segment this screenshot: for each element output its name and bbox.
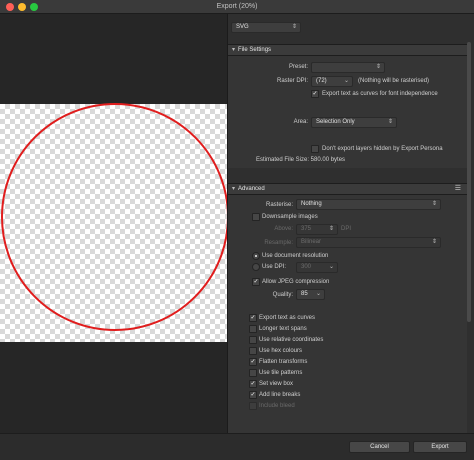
rasterise-select[interactable]: Nothing ⇕ [296, 199, 441, 210]
hamburger-menu-icon[interactable]: ☰ [455, 184, 461, 194]
advanced-option-checkbox[interactable]: ✓ [249, 314, 257, 322]
raster-dpi-note: (Nothing will be rasterised) [358, 78, 430, 84]
window-title: Export (20%) [216, 3, 258, 10]
advanced-option-checkbox[interactable] [249, 336, 257, 344]
rasterise-label: Rasterise: [265, 202, 293, 208]
area-select[interactable]: Selection Only ⇕ [311, 117, 397, 128]
raster-dpi-label: Raster DPI: [276, 78, 308, 84]
chevron-down-icon: ⌄ [343, 78, 349, 84]
red-circle-shape [1, 103, 227, 331]
advanced-title: Advanced [238, 186, 265, 192]
disclosure-down-icon: ▾ [232, 47, 236, 53]
chevron-updown-icon: ⇕ [431, 239, 437, 245]
above-dpi-field[interactable]: 375 ⇕ [296, 224, 338, 235]
format-select[interactable]: SVG ⇕ [231, 22, 301, 33]
chevron-down-icon: ⌄ [328, 264, 334, 270]
preset-label: Preset: [288, 64, 308, 70]
quality-label: Quality: [272, 292, 293, 298]
advanced-option-label: Flatten transforms [259, 359, 308, 365]
advanced-header[interactable]: ▾ Advanced ☰ [228, 183, 467, 195]
advanced-option-label: Use tile patterns [259, 370, 303, 376]
dont-export-hidden-checkbox[interactable] [311, 145, 319, 153]
use-dpi-select[interactable]: 300 ⌄ [296, 262, 338, 273]
resample-select[interactable]: Bilinear ⇕ [296, 237, 441, 248]
advanced-option-checkbox[interactable] [249, 347, 257, 355]
allow-jpeg-checkbox[interactable]: ✓ [252, 278, 260, 286]
disclosure-down-icon: ▾ [232, 186, 236, 192]
use-dpi-radio[interactable] [252, 263, 260, 271]
use-dpi-label: Use DPI: [262, 264, 287, 270]
allow-jpeg-label: Allow JPEG compression [262, 279, 330, 285]
use-dpi-value: 300 [301, 264, 312, 270]
chevron-down-icon: ⌄ [315, 291, 321, 297]
downsample-images-label: Downsample images [262, 214, 318, 220]
quality-field[interactable]: 85 ⌄ [296, 289, 325, 300]
dont-export-hidden-label: Don't export layers hidden by Export Per… [322, 146, 443, 152]
advanced-option-checkbox[interactable] [249, 369, 257, 377]
advanced-option-checkbox[interactable]: ✓ [249, 380, 257, 388]
advanced-option-label: Add line breaks [259, 392, 301, 398]
advanced-option-label: Use relative coordinates [259, 337, 324, 343]
chevron-updown-icon: ⇕ [375, 64, 381, 70]
cancel-button[interactable]: Cancel [349, 441, 410, 453]
estimated-file-size: Estimated File Size: 580.00 bytes [256, 157, 346, 163]
raster-dpi-select[interactable]: (72) ⌄ [311, 76, 353, 87]
advanced-option-label: Longer text spans [259, 326, 307, 332]
use-document-resolution-label: Use document resolution [262, 253, 329, 259]
downsample-images-checkbox[interactable] [252, 213, 260, 221]
preview-canvas [1, 103, 227, 331]
export-text-curves-checkbox[interactable]: ✓ [311, 90, 319, 98]
footer-bar: Cancel Export [0, 433, 474, 460]
above-value: 375 [301, 226, 312, 232]
above-dpi-unit: DPI [341, 226, 352, 232]
advanced-option-checkbox[interactable] [249, 325, 257, 333]
advanced-option-label: Use hex colours [259, 348, 303, 354]
area-value: Selection Only [316, 119, 355, 125]
settings-scrollbar[interactable] [467, 42, 471, 322]
chevron-updown-icon: ⇕ [387, 119, 393, 125]
quality-value: 85 [301, 291, 308, 297]
chevron-updown-icon: ⇕ [431, 201, 437, 207]
export-button[interactable]: Export [413, 441, 467, 453]
raster-dpi-value: (72) [316, 78, 327, 84]
resample-value: Bilinear [301, 239, 322, 245]
advanced-option-label: Export text as curves [259, 315, 316, 321]
format-value: SVG [236, 24, 249, 30]
advanced-option-checkbox[interactable]: ✓ [249, 391, 257, 399]
export-text-curves-label: Export text as curves for font independe… [322, 91, 438, 97]
export-preview [0, 14, 227, 433]
advanced-option-label: Include bleed [259, 403, 295, 409]
title-bar: Export (20%) [0, 0, 474, 14]
chevron-updown-icon: ⇕ [291, 24, 297, 30]
advanced-option-checkbox[interactable] [249, 402, 257, 410]
rasterise-value: Nothing [301, 201, 322, 207]
preset-select[interactable]: ⇕ [311, 62, 385, 73]
file-settings-header[interactable]: ▾ File Settings [228, 44, 467, 56]
file-settings-title: File Settings [238, 47, 272, 53]
chevron-updown-icon: ⇕ [328, 226, 334, 232]
advanced-option-checkbox[interactable]: ✓ [249, 358, 257, 366]
resample-label: Resample: [264, 240, 293, 246]
area-label: Area: [293, 119, 308, 125]
advanced-option-label: Set view box [259, 381, 294, 387]
above-label: Above: [274, 226, 293, 232]
use-document-resolution-radio[interactable] [252, 252, 260, 260]
